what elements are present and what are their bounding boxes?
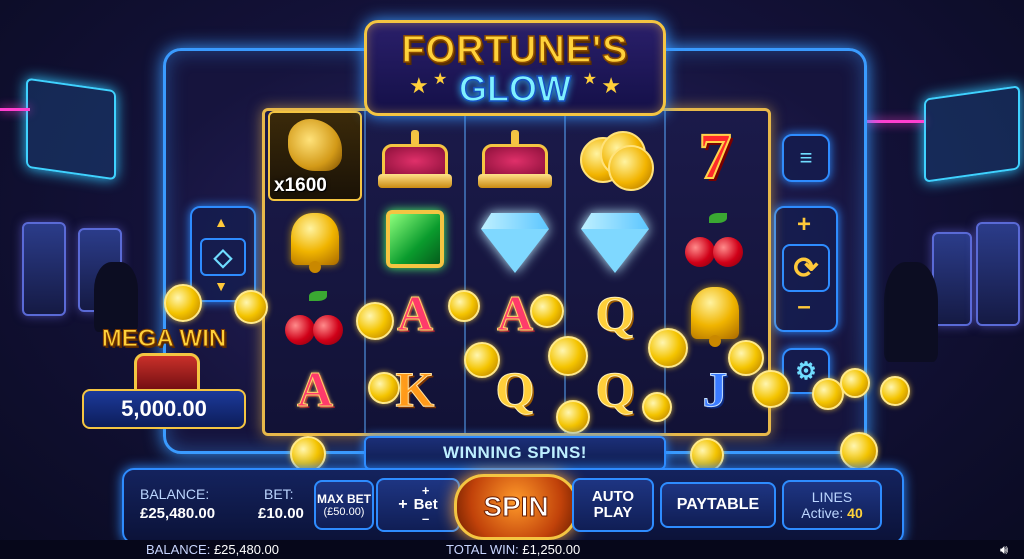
lines-active-label: Active:: [801, 505, 844, 521]
background-monitor-left: [26, 77, 116, 181]
background-neon-right: [864, 120, 924, 123]
star-icon: ★: [409, 73, 429, 98]
flying-coin: [642, 392, 672, 422]
symbol-cherry: [265, 277, 365, 357]
background-slot-machine: [932, 232, 972, 326]
flying-coin: [530, 294, 564, 328]
background-person: [94, 262, 138, 332]
symbol-dragon: x1600: [267, 111, 363, 201]
max-bet-value: (£50.00): [323, 506, 365, 518]
logo-title-line1: FORTUNE'S: [401, 28, 629, 72]
mega-win-amount: 5,000.00: [82, 389, 246, 429]
symbol-coins: [565, 119, 665, 199]
symbol-a: A: [296, 361, 334, 418]
star-icon: ★: [582, 71, 597, 88]
flying-coin: [356, 302, 394, 340]
flying-coin: [840, 368, 870, 398]
star-icon: ★: [601, 73, 621, 98]
background-slot-machine: [22, 222, 66, 316]
max-bet-label: MAX BET: [317, 492, 371, 506]
background-person: [884, 262, 938, 362]
symbol-green-gem: [365, 199, 465, 279]
flying-coin: [164, 284, 202, 322]
background-slot-machine: [976, 222, 1020, 326]
symbol-cherry: [665, 199, 765, 279]
flying-coin: [548, 336, 588, 376]
flying-coin: [368, 372, 400, 404]
game-logo: FORTUNE'S GLOW ★ ★ ★ ★: [364, 20, 666, 116]
background-neon-left: [0, 108, 30, 111]
auto-play-button[interactable]: AUTO PLAY: [572, 478, 654, 532]
flying-coin: [234, 290, 268, 324]
auto-play-line1: AUTO: [591, 488, 635, 505]
minus-icon[interactable]: –: [422, 512, 429, 526]
paytable-button[interactable]: PAYTABLE: [660, 482, 776, 528]
spin-button[interactable]: SPIN: [454, 474, 578, 540]
bet-adjust-label: Bet: [413, 496, 438, 513]
max-bet-button[interactable]: MAX BET (£50.00): [314, 480, 374, 530]
left-side-panel: ▲ ◇ ▼: [190, 206, 256, 302]
spin-label: SPIN: [483, 491, 549, 523]
menu-button[interactable]: ≡: [782, 134, 830, 182]
status-bar: BALANCE: £25,480.00 TOTAL WIN: £1,250.00…: [0, 540, 1024, 559]
chevron-up-icon[interactable]: ▲: [192, 212, 250, 232]
refresh-icon[interactable]: ⟳: [782, 244, 830, 292]
flying-coin: [448, 290, 480, 322]
diamond-icon[interactable]: ◇: [200, 238, 246, 276]
paytable-label: PAYTABLE: [676, 496, 760, 513]
flying-coin: [690, 438, 724, 472]
balance-value: £25,480.00: [140, 505, 216, 522]
lines-panel: LINES Active: 40: [782, 480, 882, 530]
symbol-seven: 7: [698, 119, 733, 194]
star-icon: ★: [433, 71, 448, 88]
symbol-crown: [465, 119, 565, 199]
plus-icon[interactable]: +: [398, 496, 407, 514]
flying-coin: [556, 400, 590, 434]
minus-icon[interactable]: –: [776, 293, 832, 320]
winning-spins-banner: WINNING SPINS!: [364, 436, 666, 470]
lines-label: LINES: [811, 489, 853, 505]
flying-coin: [840, 432, 878, 470]
mega-win-panel: MEGA WIN 5,000.00: [74, 325, 254, 435]
auto-play-line2: PLAY: [593, 504, 633, 521]
bet-label: BET:: [264, 486, 294, 502]
background-monitor-right: [924, 85, 1020, 183]
reels-area: x1600 7 A A Q A K Q Q J: [262, 108, 771, 436]
flying-coin: [752, 370, 790, 408]
flying-coin: [880, 376, 910, 406]
bet-adjust-button[interactable]: + + Bet –: [376, 478, 460, 532]
bet-value: £10.00: [258, 505, 304, 522]
flying-coin: [464, 342, 500, 378]
lines-active-value: 40: [847, 505, 863, 521]
status-total-win-value: £1,250.00: [522, 542, 581, 557]
bet-adjust-panel: + ⟳ –: [774, 206, 838, 332]
flying-coin: [728, 340, 764, 376]
symbol-bell: [265, 199, 365, 279]
flying-coin: [290, 436, 326, 472]
symbol-crown: [365, 119, 465, 199]
balance-label: BALANCE:: [140, 486, 210, 502]
plus-icon[interactable]: +: [776, 211, 832, 238]
mega-win-label: MEGA WIN: [101, 325, 227, 353]
status-balance-label: BALANCE:: [146, 542, 211, 557]
flying-coin: [648, 328, 688, 368]
menu-icon: ≡: [799, 145, 813, 170]
speaker-icon[interactable]: 🔊︎: [1000, 540, 1008, 559]
status-total-win-label: TOTAL WIN:: [446, 542, 519, 557]
multiplier-label: x1600: [274, 175, 327, 196]
status-balance-value: £25,480.00: [213, 542, 280, 557]
